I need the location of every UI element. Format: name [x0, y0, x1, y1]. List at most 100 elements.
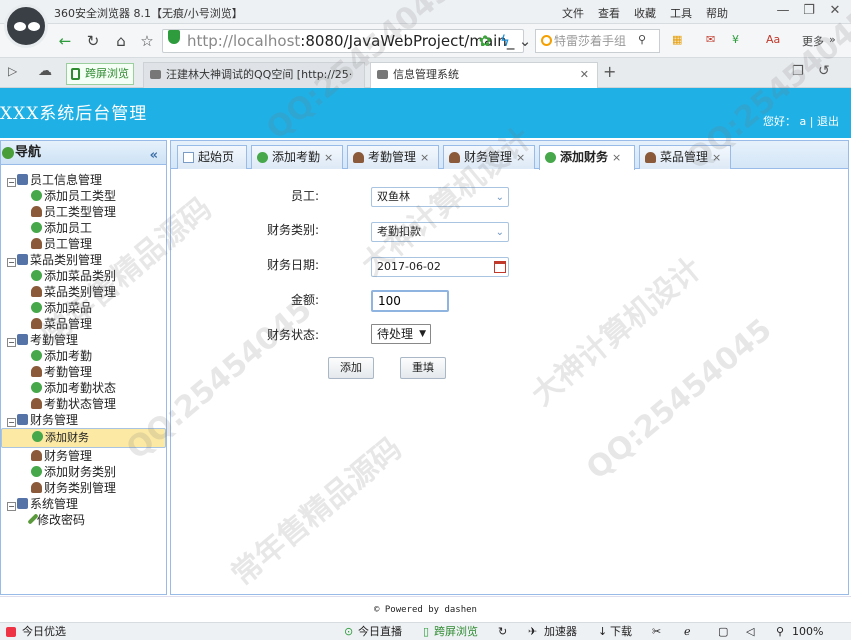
sidebar-item[interactable]: 添加菜品类别 [1, 268, 166, 284]
tab-dish-manage[interactable]: 菜品管理 × [639, 145, 731, 169]
today-picks[interactable]: 今日优选 [22, 623, 66, 641]
computer-icon [17, 254, 28, 265]
sidebar-item[interactable]: 菜品管理 [1, 316, 166, 332]
status-select[interactable]: 待处理 ▼ [371, 324, 431, 344]
screenshot-icon[interactable]: ✂ [652, 623, 661, 641]
sidebar-item[interactable]: 修改密码 [1, 512, 166, 528]
date-input[interactable]: 2017-06-02 [371, 257, 509, 277]
coin-icon[interactable]: ¥ [732, 33, 739, 46]
translate-icon[interactable]: Aa [766, 33, 780, 46]
tab-start-page[interactable]: 起始页 [177, 145, 247, 169]
maximize-button[interactable]: ❐ [798, 2, 820, 20]
refresh-icon[interactable]: ↻ [498, 623, 507, 641]
lightning-icon[interactable]: ϟ [494, 30, 516, 52]
browser-tab-qzone[interactable]: 汪建林大神调试的QQ空间 [http://25· [143, 62, 365, 88]
tab-attendance-manage[interactable]: 考勤管理 × [347, 145, 439, 169]
close-window-button[interactable]: ✕ [824, 2, 846, 20]
collapse-box-icon[interactable]: − [7, 258, 16, 267]
volume-icon[interactable]: ◁ [746, 623, 754, 641]
close-tab-icon[interactable]: × [420, 151, 429, 164]
sidebar-group[interactable]: − 员工信息管理 [1, 172, 166, 188]
close-tab-icon[interactable]: × [612, 151, 621, 164]
today-live[interactable]: 今日直播 [358, 623, 402, 641]
sidebar-item[interactable]: 考勤管理 [1, 364, 166, 380]
collapse-box-icon[interactable]: − [7, 338, 16, 347]
menu-tools[interactable]: 工具 [670, 5, 692, 21]
category-value: 考勤扣款 [377, 225, 421, 238]
close-tab-icon[interactable]: × [712, 151, 721, 164]
url-input[interactable]: http://localhost:8080/JavaWebProject/mai… [162, 29, 524, 53]
new-tab-button[interactable]: + [603, 62, 616, 81]
close-tab-icon[interactable]: ✕ [580, 63, 589, 87]
sidebar-item[interactable]: 添加考勤状态 [1, 380, 166, 396]
collapse-box-icon[interactable]: − [7, 502, 16, 511]
sidebar-group[interactable]: − 财务管理 [1, 412, 166, 428]
computer-icon [17, 334, 28, 345]
sidebar-item[interactable]: 员工管理 [1, 236, 166, 252]
logout-link[interactable]: 退出 [817, 115, 839, 128]
menu-favorites[interactable]: 收藏 [634, 5, 656, 21]
zoom-icon[interactable]: ⚲ [776, 623, 784, 641]
refresh-icon[interactable]: ↻ [82, 30, 104, 52]
collapse-box-icon[interactable]: − [7, 178, 16, 187]
reset-button[interactable]: 重填 [400, 357, 446, 379]
undo-close-icon[interactable]: ↺ [818, 63, 830, 79]
sidebar-toggle-icon[interactable]: ▷ [8, 64, 17, 78]
close-tab-icon[interactable]: × [324, 151, 333, 164]
sidebar-group[interactable]: − 系统管理 [1, 496, 166, 512]
sidebar-item[interactable]: 添加菜品 [1, 300, 166, 316]
ie-icon[interactable]: ℯ [684, 623, 691, 641]
menu-file[interactable]: 文件 [562, 5, 584, 21]
mail-icon[interactable]: ✉ [706, 33, 715, 46]
back-arrow-icon[interactable]: ← [54, 30, 76, 52]
grid-icon[interactable]: ▦ [672, 33, 682, 46]
close-tab-icon[interactable]: × [516, 151, 525, 164]
sidebar-item-label: 添加考勤状态 [44, 381, 117, 395]
sidebar-item[interactable]: 财务管理 [1, 448, 166, 464]
sidebar-group[interactable]: − 考勤管理 [1, 332, 166, 348]
sidebar-item[interactable]: 考勤状态管理 [1, 396, 166, 412]
cloud-icon[interactable]: ☁ [38, 63, 52, 79]
calendar-icon[interactable] [494, 261, 506, 273]
sidebar-group[interactable]: − 菜品类别管理 [1, 252, 166, 268]
menu-view[interactable]: 查看 [598, 5, 620, 21]
add-button[interactable]: 添加 [328, 357, 374, 379]
tab-finance-manage[interactable]: 财务管理 × [443, 145, 535, 169]
speed-icon[interactable]: ✿ [474, 30, 496, 52]
sidebar-item[interactable]: 员工类型管理 [1, 204, 166, 220]
more-button[interactable]: 更多 [802, 33, 824, 49]
sidebar-item[interactable]: 添加员工 [1, 220, 166, 236]
zoom-level[interactable]: 100% [792, 623, 823, 641]
tab-label: 添加考勤 [272, 150, 321, 164]
sidebar-item[interactable]: 添加财务类别 [1, 464, 166, 480]
collapse-icon[interactable]: « [150, 144, 158, 168]
star-icon[interactable]: ☆ [136, 30, 158, 52]
sidebar-item[interactable]: 添加员工类型 [1, 188, 166, 204]
amount-input[interactable]: 100 [371, 290, 449, 312]
split-screen-status[interactable]: 跨屏浏览 [434, 623, 478, 641]
split-screen-button[interactable]: 跨屏浏览 [66, 63, 134, 85]
sidebar-item[interactable]: 添加考勤 [1, 348, 166, 364]
browser-tab-info-system[interactable]: 信息管理系统 ✕ [370, 62, 598, 88]
accelerator[interactable]: 加速器 [544, 623, 577, 641]
menu-help[interactable]: 帮助 [706, 5, 728, 21]
download[interactable]: 下载 [610, 623, 632, 641]
browser-tab-label: 信息管理系统 [393, 68, 459, 81]
collapse-box-icon[interactable]: − [7, 418, 16, 427]
sidebar-item[interactable]: 添加财务 [1, 428, 166, 448]
window-icon[interactable]: ▢ [718, 623, 728, 641]
sidebar-item[interactable]: 财务类别管理 [1, 480, 166, 496]
tab-add-finance[interactable]: 添加财务 × [539, 145, 635, 170]
search-icon[interactable]: ⚲ [638, 33, 646, 46]
category-select[interactable]: 考勤扣款 ⌄ [371, 222, 509, 242]
chevron-down-icon[interactable]: ⌄ [514, 30, 536, 52]
tab-add-attendance[interactable]: 添加考勤 × [251, 145, 343, 169]
employee-select[interactable]: 双鱼林 ⌄ [371, 187, 509, 207]
sidebar-header: 导航 « [1, 141, 166, 165]
sidebar-item[interactable]: 菜品类别管理 [1, 284, 166, 300]
tab-list-icon[interactable]: ❐ [792, 64, 804, 79]
home-icon[interactable]: ⌂ [110, 30, 132, 52]
sidebar-item-label: 菜品管理 [44, 317, 93, 331]
more-chevron-icon[interactable]: » [829, 33, 836, 46]
minimize-button[interactable]: — [772, 2, 794, 20]
